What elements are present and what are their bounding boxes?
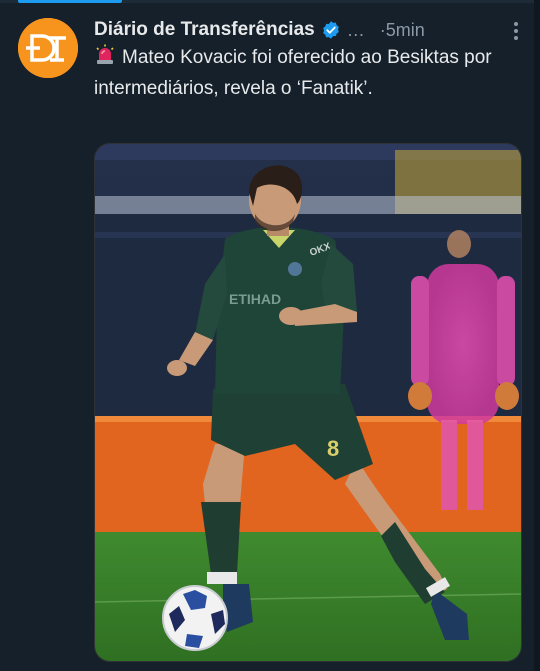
- verified-badge-icon: [321, 20, 341, 40]
- avatar[interactable]: [18, 18, 78, 78]
- tweet-body: Mateo Kovacic foi oferecido ao Besiktas …: [94, 47, 492, 99]
- tweet-media-photo[interactable]: 8 ETIHAD OKX: [94, 143, 522, 662]
- shirt-sponsor: ETIHAD: [229, 291, 281, 307]
- dt-logo-icon: [18, 18, 78, 78]
- siren-icon: [94, 44, 116, 75]
- author-display-name[interactable]: Diário de Transferências: [94, 19, 315, 41]
- tweet-card[interactable]: Diário de Transferências … ·5min Mateo K…: [0, 0, 540, 671]
- more-options-icon[interactable]: [506, 20, 526, 42]
- football-player-photo: 8 ETIHAD OKX: [95, 144, 521, 661]
- tweet-text: Mateo Kovacic foi oferecido ao Besiktas …: [94, 44, 514, 103]
- name-truncation: …: [346, 19, 366, 40]
- jersey-number: 8: [327, 436, 339, 461]
- tweet-header: Diário de Transferências … ·5min: [94, 17, 524, 43]
- timestamp-label: 5min: [385, 19, 425, 40]
- timestamp[interactable]: ·5min: [380, 20, 425, 41]
